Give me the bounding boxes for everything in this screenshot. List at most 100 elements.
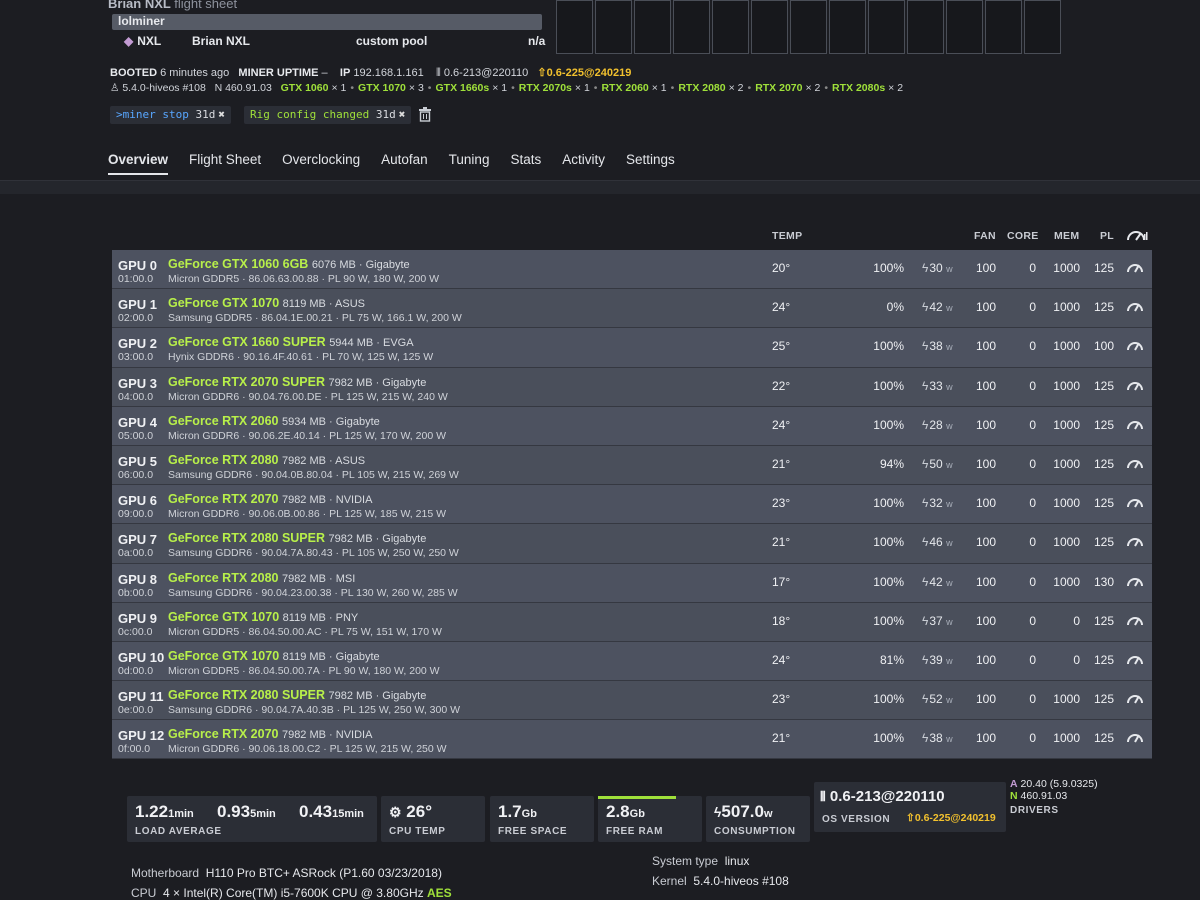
gpu-tuning-gauge-icon[interactable] [1126, 338, 1144, 354]
ip-value[interactable]: 192.168.1.161 [353, 67, 423, 79]
load-1min: 1.221min [135, 802, 194, 822]
gpu-bus: 09:00.0 [118, 508, 154, 521]
gpu-tuning-gauge-icon[interactable] [1126, 378, 1144, 394]
os-update-link[interactable]: ⇧0.6-225@240219 [537, 67, 631, 79]
gpu-core-clock: 0 [1029, 692, 1036, 707]
gpu-vram: 6076 MB · Gigabyte [311, 259, 410, 271]
gpu-row[interactable]: GPU 10 0d:00.0 GeForce GTX 1070 8119 MB · … [112, 641, 1152, 682]
load-5min-unit: 5min [250, 808, 276, 820]
gpu-fan-setting: 100 [975, 692, 996, 707]
gpu-memory-info: Micron GDDR6 · 90.06.18.00.C2 · PL 125 W… [168, 743, 447, 756]
power-unit: w [946, 420, 953, 431]
gpu-fan-setting: 100 [975, 456, 996, 471]
event-chip-config-changed[interactable]: Rig config changed 31d ✖ [244, 106, 412, 124]
gpu-row[interactable]: GPU 11 0e:00.0 GeForce RTX 2080 SUPER 7982… [112, 681, 1152, 721]
gpu-row[interactable]: GPU 7 0a:00.0 GeForce RTX 2080 SUPER 7982 … [112, 524, 1152, 564]
power-unit: w [946, 264, 953, 274]
miner-bar[interactable]: lolminer [112, 14, 542, 30]
gpu-vram: 8119 MB · ASUS [282, 298, 365, 311]
tab-flight-sheet[interactable]: Flight Sheet [189, 152, 261, 175]
hash-cell [946, 0, 983, 54]
close-icon[interactable]: ✖ [218, 108, 225, 121]
gpu-tuning-gauge-icon[interactable] [1126, 495, 1144, 511]
gpu-vram: 8119 MB · Gigabyte [282, 650, 380, 663]
gpu-bus: 01:00.0 [118, 273, 154, 285]
gpu-count-model: GTX 1070 [358, 82, 406, 94]
bolt-icon: ϟ [922, 339, 929, 354]
gpu-tuning-gauge-icon[interactable] [1126, 574, 1144, 590]
gpu-mem-clock: 1000 [1053, 378, 1080, 393]
tab-stats[interactable]: Stats [510, 152, 541, 175]
bolt-icon: ϟ [922, 574, 929, 589]
gpu-tuning-gauge-icon[interactable] [1126, 534, 1144, 550]
gpu-vram: 7982 MB · NVIDIA [281, 729, 373, 742]
gpu-tuning-gauge-icon[interactable] [1126, 299, 1144, 315]
gpu-row[interactable]: GPU 3 04:00.0 GeForce RTX 2070 SUPER 7982 … [112, 367, 1152, 407]
tab-overview[interactable]: Overview [108, 152, 169, 175]
gpu-fan-setting: 100 [975, 535, 996, 550]
os-version-value: 0.6-213@220110 [829, 788, 945, 805]
close-icon[interactable]: ✖ [399, 108, 406, 121]
gpu-row[interactable]: GPU 9 0c:00.0 GeForce GTX 1070 8119 MB · P… [112, 602, 1152, 642]
gpu-power-limit: 125 [1093, 692, 1114, 707]
gpu-tuning-gauge-icon[interactable] [1126, 417, 1144, 433]
gpu-power: ϟ38 w [922, 731, 953, 745]
gpu-power: ϟ39 w [922, 653, 953, 667]
gpu-tuning-gauge-icon[interactable] [1126, 456, 1144, 472]
gpu-row[interactable]: GPU 2 03:00.0 GeForce GTX 1660 SUPER 5944 … [112, 328, 1152, 368]
gpu-power-limit: 125 [1093, 496, 1114, 511]
gpu-memory-info: Micron GDDR5 · 86.04.50.00.AC · PL 75 W,… [168, 625, 442, 638]
load-5min: 0.935min [217, 802, 276, 822]
trash-icon[interactable] [418, 106, 432, 125]
event-chip-miner-stop[interactable]: >miner stop 31d ✖ [110, 106, 231, 124]
gpu-row[interactable]: GPU 6 09:00.0 GeForce RTX 2070 7982 MB · N… [112, 485, 1152, 525]
hash-cell [985, 0, 1022, 54]
os-update-link[interactable]: ⇧0.6-225@240219 [906, 812, 996, 824]
hash-cell [1024, 0, 1061, 54]
hash-cell [556, 0, 593, 54]
gpu-tuning-gauge-icon[interactable] [1126, 613, 1144, 629]
tab-tuning[interactable]: Tuning [449, 152, 490, 175]
flight-sheet-title[interactable]: Brian NXL flight sheet [108, 0, 237, 11]
gpu-temp: 18° [772, 613, 791, 628]
gpu-fan-percent: 100% [873, 496, 904, 511]
gpu-fan-setting: 100 [975, 574, 996, 589]
tab-autofan[interactable]: Autofan [381, 152, 428, 175]
power-unit: w [946, 577, 953, 588]
gpu-model: GeForce RTX 2070 [168, 492, 279, 507]
gpu-tuning-gauge-icon[interactable] [1126, 691, 1144, 707]
gpu-temp: 24° [772, 300, 791, 315]
gpu-row[interactable]: GPU 0 01:00.0 GeForce GTX 1060 6GB 6076 MB… [112, 250, 1152, 290]
gpu-fan-percent: 100% [873, 339, 904, 354]
gpu-row[interactable]: GPU 5 06:00.0 GeForce RTX 2080 7982 MB · A… [112, 445, 1152, 486]
gpu-temp: 25° [772, 339, 791, 354]
separator-dot: • [670, 82, 675, 94]
gpu-power-value: 32 [929, 496, 943, 511]
free-space: 1.7Gb [498, 802, 537, 822]
hashrate-value: n/a [528, 34, 546, 48]
gpu-fan-setting: 100 [975, 261, 996, 275]
gpu-memory-info: Samsung GDDR6 · 90.04.7A.80.43 · PL 105 … [168, 547, 459, 560]
gpu-bus: 0a:00.0 [118, 547, 154, 560]
free-space-value: 1.7 [498, 802, 522, 821]
gpu-id: GPU 2 [118, 336, 158, 352]
gpu-row[interactable]: GPU 4 05:00.0 GeForce RTX 2060 5934 MB · G… [112, 406, 1152, 446]
hash-cell [907, 0, 944, 54]
gpu-tuning-gauge-icon[interactable] [1126, 730, 1144, 746]
gpu-row[interactable]: GPU 12 0f:00.0 GeForce RTX 2070 7982 MB · … [112, 720, 1152, 760]
gpu-tuning-gauge-icon[interactable] [1126, 260, 1144, 276]
gpu-tuning-gauge-icon[interactable] [1126, 652, 1144, 668]
gpu-row[interactable]: GPU 8 0b:00.0 GeForce RTX 2080 7982 MB · M… [112, 563, 1152, 603]
gpu-vram: 7982 MB · Gigabyte [328, 376, 427, 389]
bolt-icon: ϟ [922, 692, 929, 707]
gpu-power-value: 42 [929, 300, 943, 315]
tab-overclocking[interactable]: Overclocking [282, 152, 360, 175]
load-average-label: LOAD AVERAGE [135, 826, 222, 837]
gpu-power-value: 38 [929, 731, 943, 746]
tab-settings[interactable]: Settings [626, 152, 675, 175]
tuning-gauge-icon[interactable] [1126, 228, 1148, 245]
gpu-temp: 20° [772, 261, 791, 275]
tab-activity[interactable]: Activity [562, 152, 605, 175]
gpu-power-limit: 125 [1093, 378, 1114, 393]
gpu-row[interactable]: GPU 1 02:00.0 GeForce GTX 1070 8119 MB · A… [112, 289, 1152, 329]
